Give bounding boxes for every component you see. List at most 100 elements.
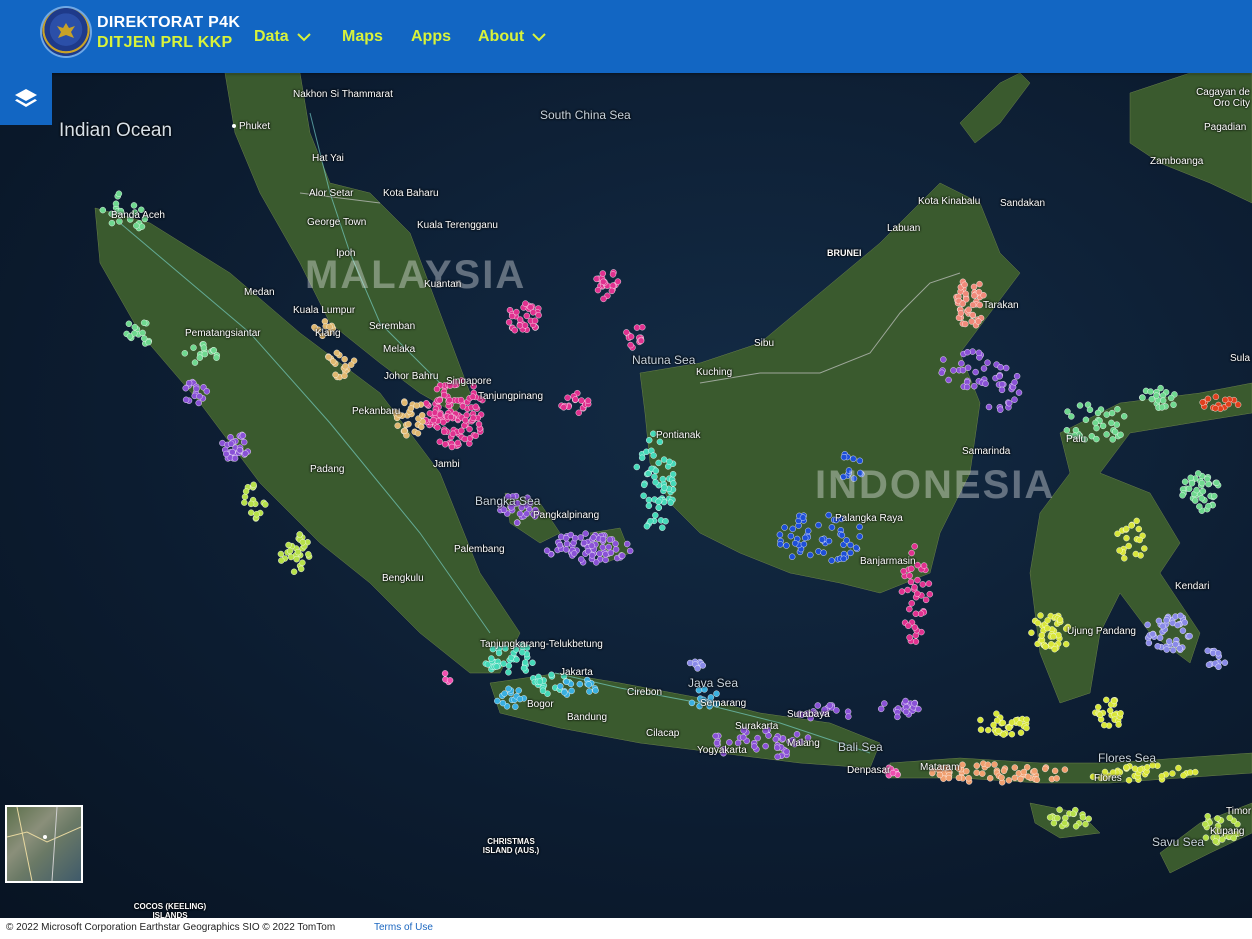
map-point-marker[interactable] — [828, 557, 835, 564]
map-point-marker[interactable] — [1108, 409, 1116, 417]
map-point-marker[interactable] — [401, 427, 408, 435]
map-point-marker[interactable] — [1000, 767, 1008, 774]
map-point-marker[interactable] — [298, 565, 305, 573]
map-point-marker[interactable] — [589, 552, 596, 559]
map-point-marker[interactable] — [1212, 405, 1219, 412]
map-point-marker[interactable] — [213, 354, 220, 361]
map-point-marker[interactable] — [633, 324, 641, 331]
map-point-marker[interactable] — [115, 190, 123, 197]
map-point-marker[interactable] — [193, 385, 200, 392]
map-point-marker[interactable] — [182, 396, 190, 403]
map-point-marker[interactable] — [964, 383, 971, 391]
map-point-marker[interactable] — [108, 219, 116, 227]
map-point-marker[interactable] — [521, 322, 529, 329]
map-point-marker[interactable] — [987, 775, 994, 782]
map-point-marker[interactable] — [975, 288, 983, 296]
map-point-marker[interactable] — [840, 454, 848, 461]
map-point-marker[interactable] — [609, 271, 617, 278]
map-point-marker[interactable] — [713, 690, 720, 697]
map-point-marker[interactable] — [126, 333, 134, 340]
map-point-marker[interactable] — [1103, 431, 1110, 438]
map-point-marker[interactable] — [588, 542, 595, 549]
map-point-marker[interactable] — [1175, 764, 1182, 772]
map-point-marker[interactable] — [1046, 814, 1054, 821]
basemap-switcher-thumbnail[interactable] — [5, 805, 83, 883]
map-point-marker[interactable] — [997, 406, 1004, 413]
map-point-marker[interactable] — [1020, 768, 1027, 776]
map-point-marker[interactable] — [593, 275, 600, 283]
map-point-marker[interactable] — [1144, 621, 1151, 628]
map-point-marker[interactable] — [1204, 395, 1212, 403]
map-point-marker[interactable] — [529, 659, 536, 666]
map-point-marker[interactable] — [965, 775, 972, 782]
map-point-marker[interactable] — [1044, 625, 1051, 632]
map-point-marker[interactable] — [799, 514, 807, 521]
map-point-marker[interactable] — [961, 281, 968, 289]
map-point-marker[interactable] — [660, 456, 668, 463]
map-point-marker[interactable] — [185, 379, 193, 387]
map-point-marker[interactable] — [436, 411, 444, 418]
map-point-marker[interactable] — [561, 689, 568, 696]
map-point-marker[interactable] — [472, 432, 479, 439]
map-point-marker[interactable] — [1170, 401, 1177, 408]
map-point-marker[interactable] — [578, 397, 585, 404]
map-point-marker[interactable] — [564, 394, 571, 401]
map-point-marker[interactable] — [286, 547, 294, 555]
map-point-marker[interactable] — [1204, 647, 1211, 654]
map-point-marker[interactable] — [814, 702, 821, 709]
map-point-marker[interactable] — [627, 333, 635, 340]
map-point-marker[interactable] — [856, 533, 863, 540]
map-point-marker[interactable] — [401, 399, 408, 407]
map-point-marker[interactable] — [998, 386, 1006, 394]
map-point-marker[interactable] — [977, 716, 984, 724]
map-point-marker[interactable] — [1100, 721, 1108, 729]
map-point-marker[interactable] — [441, 391, 448, 399]
map-point-marker[interactable] — [612, 540, 619, 547]
map-point-marker[interactable] — [430, 416, 437, 424]
map-point-marker[interactable] — [998, 381, 1006, 388]
map-point-marker[interactable] — [652, 467, 660, 474]
map-point-marker[interactable] — [241, 493, 249, 500]
map-point-marker[interactable] — [223, 450, 230, 458]
map-point-marker[interactable] — [523, 312, 530, 320]
map-point-marker[interactable] — [599, 536, 607, 543]
map-point-marker[interactable] — [457, 396, 465, 404]
map-point-marker[interactable] — [624, 540, 631, 548]
map-point-marker[interactable] — [1214, 815, 1221, 822]
map-point-marker[interactable] — [341, 356, 348, 363]
map-point-marker[interactable] — [1154, 643, 1161, 650]
map-point-marker[interactable] — [912, 610, 919, 617]
map-point-marker[interactable] — [590, 534, 597, 541]
map-point-marker[interactable] — [505, 669, 512, 676]
map-point-marker[interactable] — [1158, 773, 1166, 780]
map-point-marker[interactable] — [1156, 634, 1164, 641]
map-point-marker[interactable] — [1093, 424, 1100, 432]
map-point-marker[interactable] — [912, 632, 919, 639]
map-point-marker[interactable] — [1116, 547, 1123, 554]
map-point-marker[interactable] — [299, 559, 306, 566]
map-point-marker[interactable] — [838, 532, 846, 539]
map-point-marker[interactable] — [130, 202, 138, 209]
map-point-marker[interactable] — [1123, 525, 1130, 533]
map-point-marker[interactable] — [1193, 486, 1200, 494]
map-point-marker[interactable] — [140, 335, 148, 342]
map-point-marker[interactable] — [906, 634, 913, 641]
map-point-marker[interactable] — [201, 350, 209, 358]
map-point-marker[interactable] — [646, 437, 653, 444]
map-point-marker[interactable] — [131, 323, 139, 331]
map-point-marker[interactable] — [608, 287, 616, 295]
map-point-marker[interactable] — [825, 537, 833, 545]
map-point-marker[interactable] — [475, 421, 483, 428]
map-point-marker[interactable] — [459, 403, 467, 410]
map-point-marker[interactable] — [330, 358, 337, 365]
map-point-marker[interactable] — [1096, 711, 1104, 718]
map-point-marker[interactable] — [563, 535, 570, 542]
map-point-marker[interactable] — [341, 372, 348, 379]
map-point-marker[interactable] — [973, 762, 980, 769]
map-point-marker[interactable] — [776, 531, 784, 538]
map-point-marker[interactable] — [1034, 619, 1042, 627]
map-point-marker[interactable] — [516, 510, 524, 517]
map-point-marker[interactable] — [976, 301, 983, 309]
map-point-marker[interactable] — [1123, 534, 1130, 542]
map-point-marker[interactable] — [599, 270, 606, 277]
